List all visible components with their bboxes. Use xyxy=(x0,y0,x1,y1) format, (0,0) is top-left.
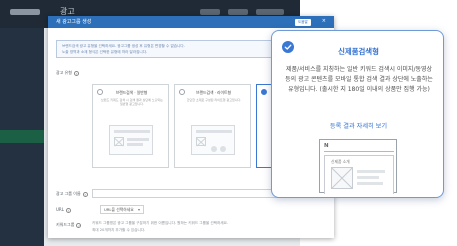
header-tool[interactable] xyxy=(228,9,248,15)
sidebar xyxy=(0,28,44,246)
image-placeholder-icon xyxy=(331,167,353,189)
ad-type-desc: 간단한 소재로 구성된 라이트형 광고입니다. xyxy=(186,98,242,102)
ad-type-desc: 브랜드 키워드 검색 시 검색 결과 상단에 노출되는 일반형 광고입니다. xyxy=(101,98,163,107)
help-icon[interactable]: ? xyxy=(82,191,88,197)
chevron-down-icon: ▾ xyxy=(137,207,140,212)
sidebar-item[interactable] xyxy=(0,178,44,191)
popup-title: 신제품검색형 xyxy=(338,47,379,56)
ad-type-preview-image xyxy=(109,125,153,155)
ad-type-preview-image xyxy=(191,125,235,155)
group-name-label: 광고 그룹 이름? xyxy=(56,191,88,197)
sidebar-item[interactable] xyxy=(0,82,44,95)
modal-header: 새 광고그룹 생성 도움말 × xyxy=(48,16,334,28)
sidebar-item[interactable] xyxy=(0,146,44,159)
sidebar-item[interactable] xyxy=(0,34,44,47)
app-logo xyxy=(10,9,40,15)
details-link[interactable]: 등록 결과 자세히 보기 xyxy=(272,121,445,130)
close-icon[interactable]: × xyxy=(322,18,326,24)
popup-description: 제품/서비스를 지칭하는 일반 키워드 검색시 이미지/동영상 등의 광고 콘텐… xyxy=(285,66,433,93)
sidebar-item[interactable] xyxy=(0,210,44,223)
search-result-preview: N 신제품 소개 xyxy=(319,139,397,194)
ad-type-info-popup: 신제품검색형 제품/서비스를 지칭하는 일반 키워드 검색시 이미지/동영상 등… xyxy=(271,30,444,198)
url-select[interactable]: URL을 선택하세요 ▾ xyxy=(100,205,144,214)
ad-type-card-basic[interactable]: 브랜드검색 · 일반형 브랜드 키워드 검색 시 검색 결과 상단에 노출되는 … xyxy=(92,84,169,168)
naver-logo: N xyxy=(324,143,329,149)
help-icon[interactable]: ? xyxy=(74,70,79,76)
sidebar-item[interactable] xyxy=(0,98,44,111)
keyword-group-help-line: 최대 20개까지 추가할 수 있습니다. xyxy=(92,228,146,232)
header-tool[interactable] xyxy=(200,9,220,15)
sidebar-item[interactable] xyxy=(0,194,44,207)
preview-ad-card: 신제품 소개 xyxy=(324,155,394,194)
sidebar-item-active[interactable] xyxy=(0,130,44,143)
group-name-label-text: 광고 그룹 이름 xyxy=(56,191,81,196)
keyword-group-help-line: 키워드 그룹명은 광고 그룹을 구분하기 위한 이름입니다. 원하는 키워드 그… xyxy=(92,221,229,225)
keyword-group-label-text: 키워드그룹 xyxy=(56,222,75,227)
modal-help-button[interactable]: 도움말 xyxy=(295,19,311,26)
modal-title: 새 광고그룹 생성 xyxy=(56,19,92,25)
help-icon[interactable]: ? xyxy=(76,222,82,228)
ad-type-name: 브랜드검색 · 라이트형 xyxy=(195,90,232,95)
radio-button-selected[interactable] xyxy=(261,89,267,95)
ad-type-label-text: 광고 유형 xyxy=(56,70,72,75)
app-screen: 광고 새 광고그룹 생성 도움말 × 브랜드검색 광고 유형을 선택하세요. 광… xyxy=(0,0,457,246)
preview-card-label: 신제품 소개 xyxy=(331,159,350,164)
sidebar-item[interactable] xyxy=(0,50,44,63)
group-name-input[interactable] xyxy=(92,189,288,198)
header-tool[interactable] xyxy=(256,9,284,15)
preview-search-bar xyxy=(324,151,394,152)
url-label-text: URL xyxy=(56,207,64,212)
ad-type-name: 브랜드검색 · 일반형 xyxy=(115,90,148,95)
ad-type-label: 광고 유형? xyxy=(56,70,79,76)
info-line: 노출 영역과 소재 형식은 선택한 유형에 따라 달라집니다. xyxy=(62,49,148,54)
help-icon[interactable]: ? xyxy=(65,207,71,213)
url-label: URL? xyxy=(56,207,71,213)
ad-type-card-light[interactable]: 브랜드검색 · 라이트형 간단한 소재로 구성된 라이트형 광고입니다. xyxy=(174,84,251,168)
url-select-value: URL을 선택하세요 xyxy=(104,207,134,212)
sidebar-item[interactable] xyxy=(0,226,44,239)
info-notice: 브랜드검색 광고 유형을 선택하세요. 광고그룹 생성 후 유형은 변경할 수 … xyxy=(56,40,292,58)
keyword-group-label: 키워드그룹? xyxy=(56,222,82,228)
sidebar-item[interactable] xyxy=(0,66,44,79)
sidebar-item[interactable] xyxy=(0,114,44,127)
sidebar-item[interactable] xyxy=(0,162,44,175)
